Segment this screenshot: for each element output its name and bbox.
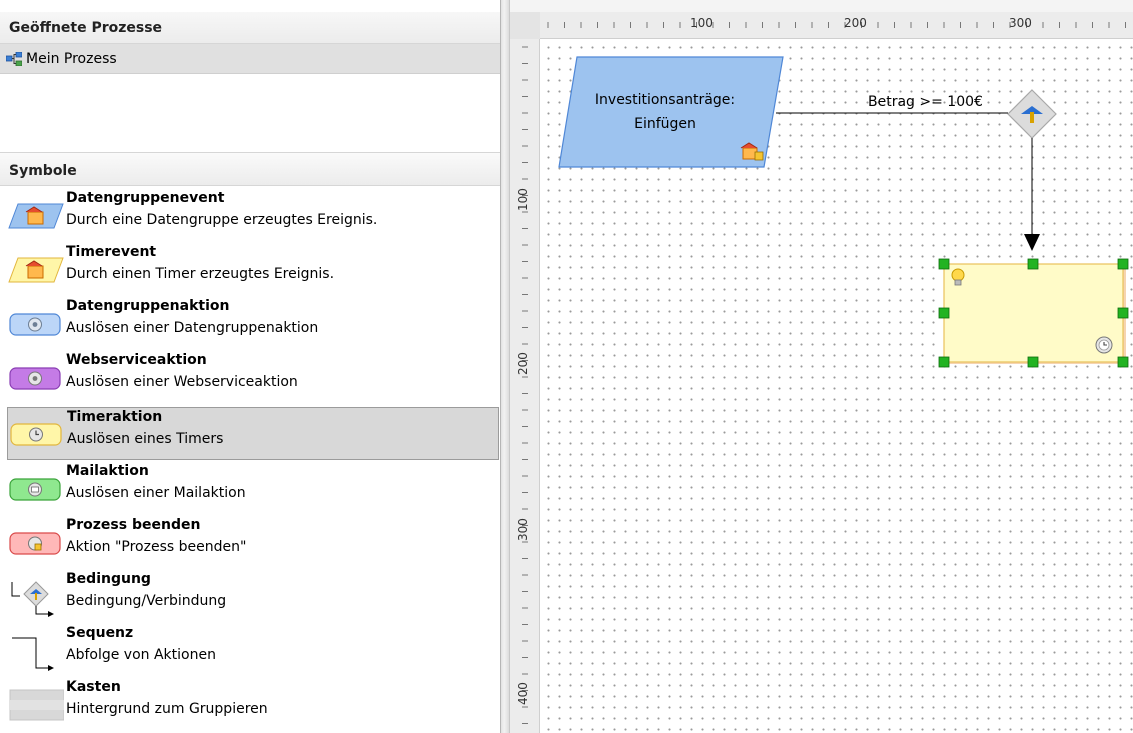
condition-node[interactable] (1007, 89, 1057, 139)
timer-event-icon (8, 257, 64, 283)
symbol-desc: Auslösen einer Webserviceaktion (66, 374, 298, 390)
symbol-title: Prozess beenden (66, 517, 201, 533)
symbol-desc: Durch eine Datengruppe erzeugtes Ereigni… (66, 212, 378, 228)
symbols-header: Symbole (0, 152, 500, 186)
condition-icon (11, 581, 54, 617)
symbol-desc: Durch einen Timer erzeugtes Ereignis. (66, 266, 335, 282)
symbol-title: Mailaktion (66, 463, 149, 479)
left-panel: Geöffnete Prozesse Mein Prozess Symbole … (0, 0, 500, 733)
symbol-desc: Bedingung/Verbindung (66, 593, 227, 609)
symbol-kasten[interactable]: Kasten Hintergrund zum Gruppieren (6, 678, 500, 731)
panel-splitter[interactable] (500, 0, 510, 733)
arrowhead-down (1024, 234, 1040, 251)
symbol-mailaktion[interactable]: Mailaktion Auslösen einer Mailaktion (6, 462, 500, 515)
process-item-label: Mein Prozess (26, 51, 117, 67)
symbol-timeraktion[interactable]: Timeraktion Auslösen eines Timers (7, 407, 499, 460)
process-item-mein-prozess[interactable]: Mein Prozess (0, 44, 500, 74)
datagroup-action-icon (9, 313, 61, 336)
event-node-label-line1: Investitionsanträge: (594, 92, 736, 108)
open-processes-header: Geöffnete Prozesse (0, 12, 500, 44)
timer-action-icon (1095, 336, 1113, 354)
symbol-bedingung[interactable]: Bedingung Bedingung/Verbindung (6, 570, 500, 623)
symbol-title: Datengruppenevent (66, 190, 225, 206)
condition-label: Betrag >= 100€ (868, 94, 983, 110)
symbol-webserviceaktion[interactable]: Webserviceaktion Auslösen einer Webservi… (6, 351, 500, 404)
symbol-title: Timeraktion (67, 409, 163, 425)
symbol-desc: Auslösen einer Datengruppenaktion (66, 320, 319, 336)
symbol-desc: Auslösen eines Timers (67, 431, 224, 447)
symbol-datengruppenevent[interactable]: Datengruppenevent Durch eine Datengruppe… (6, 189, 500, 242)
event-node-label: Investitionsanträge: Einfügen (572, 88, 758, 136)
symbol-title: Kasten (66, 679, 121, 695)
symbol-datengruppenaktion[interactable]: Datengruppenaktion Auslösen einer Dateng… (6, 297, 500, 350)
box-icon (9, 689, 64, 721)
symbol-title: Bedingung (66, 571, 151, 587)
mail-action-icon (9, 478, 61, 501)
process-designer: Geöffnete Prozesse Mein Prozess Symbole … (0, 0, 1133, 733)
sequence-icon (12, 637, 54, 671)
process-tree-icon (6, 52, 22, 66)
webservice-action-icon (9, 367, 61, 390)
timer-action-icon (10, 423, 62, 446)
symbol-title: Datengruppenaktion (66, 298, 230, 314)
symbol-desc: Abfolge von Aktionen (66, 647, 216, 663)
event-node-label-line2: Einfügen (634, 116, 696, 132)
symbol-desc: Auslösen einer Mailaktion (66, 485, 246, 501)
symbol-desc: Aktion "Prozess beenden" (66, 539, 247, 555)
symbol-title: Timerevent (66, 244, 157, 260)
process-canvas[interactable]: 100 200 300 100 200 300 400 Investitions… (510, 0, 1133, 733)
symbol-sequenz[interactable]: Sequenz Abfolge von Aktionen (6, 624, 500, 677)
datagroup-event-icon (8, 203, 64, 229)
symbol-timerevent[interactable]: Timerevent Durch einen Timer erzeugtes E… (6, 243, 500, 296)
symbol-prozess-beenden[interactable]: Prozess beenden Aktion "Prozess beenden" (6, 516, 500, 569)
end-process-icon (9, 532, 61, 555)
symbol-desc: Hintergrund zum Gruppieren (66, 701, 268, 717)
symbol-title: Sequenz (66, 625, 134, 641)
symbol-title: Webserviceaktion (66, 352, 207, 368)
